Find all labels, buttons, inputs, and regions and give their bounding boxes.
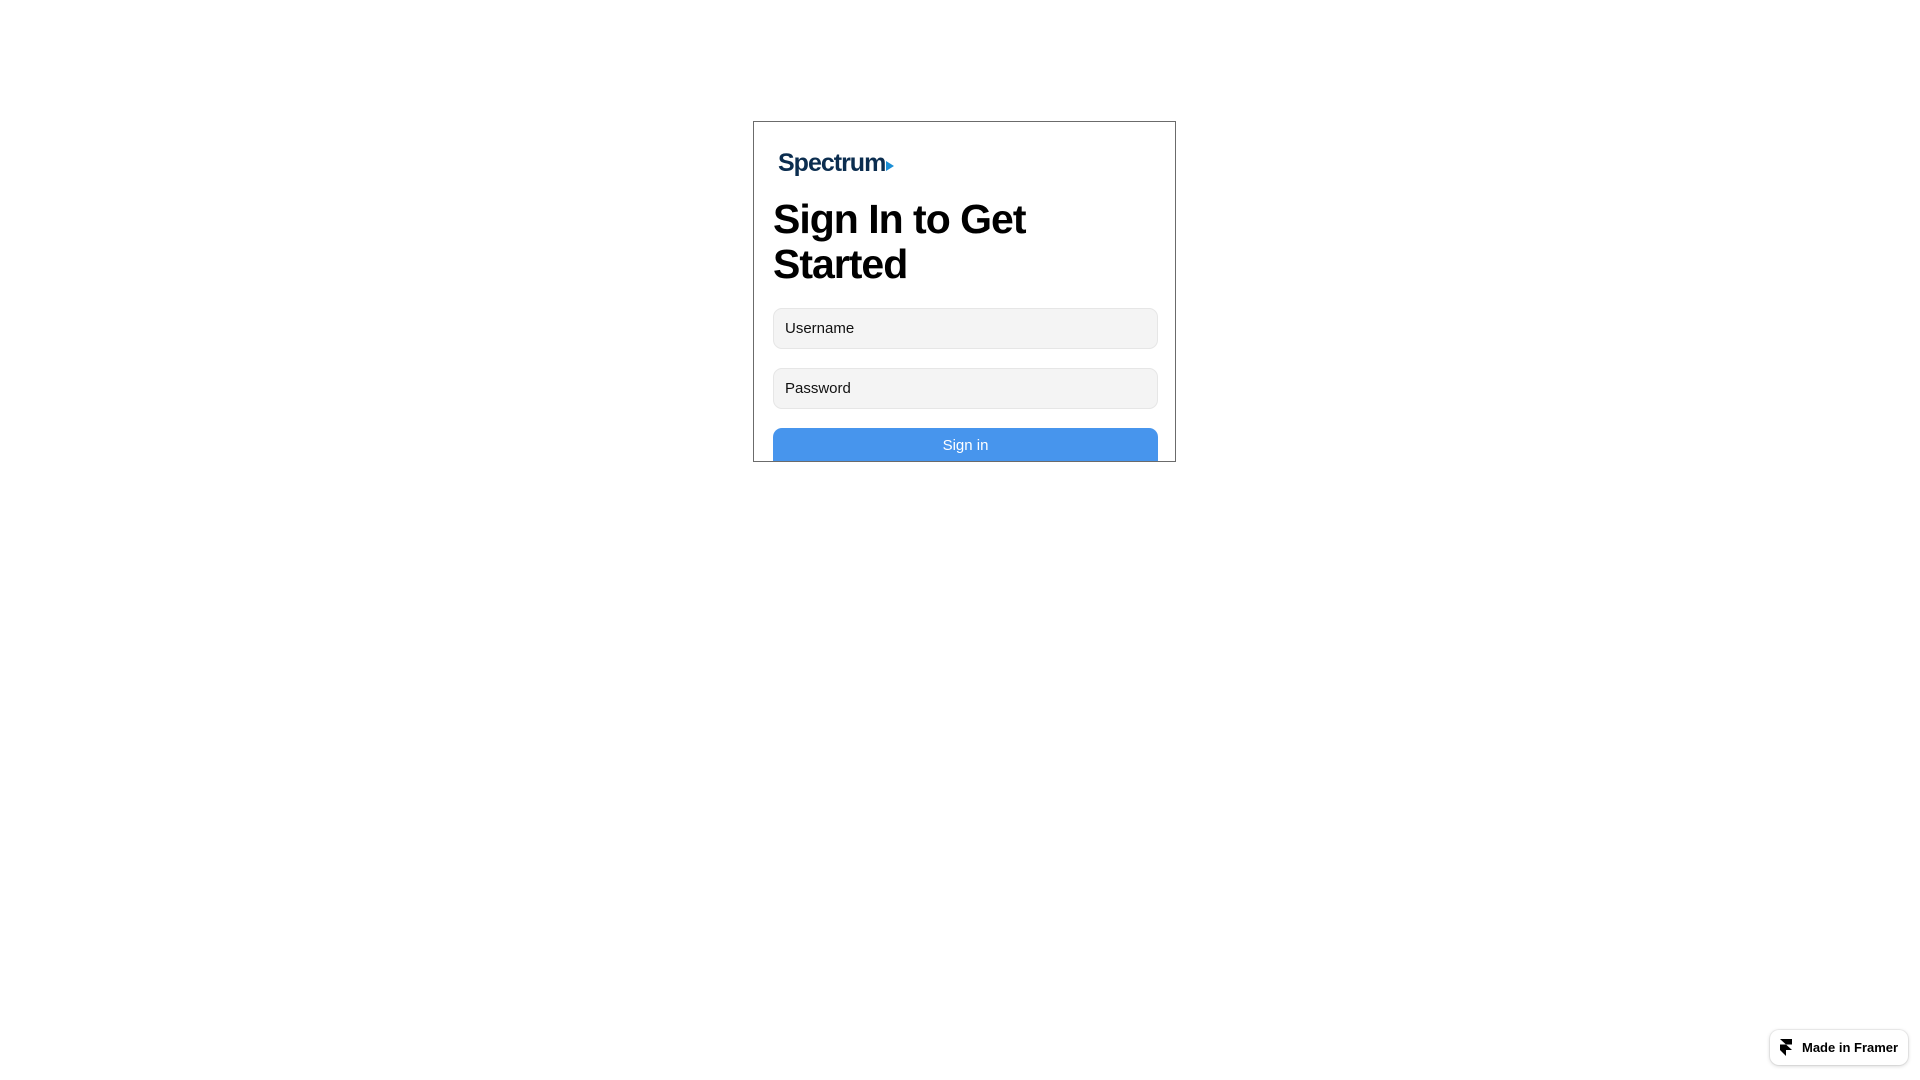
page-title: Sign In to Get Started bbox=[773, 196, 1026, 287]
spectrum-logo: Spectrum bbox=[778, 147, 895, 179]
logo-arrow-icon bbox=[886, 161, 895, 171]
page: Spectrum Sign In to Get Started Sign in … bbox=[0, 0, 1920, 1080]
framer-logo-icon bbox=[1780, 1039, 1792, 1056]
sign-in-button[interactable]: Sign in bbox=[773, 428, 1158, 461]
password-input[interactable] bbox=[773, 368, 1158, 409]
made-in-framer-badge[interactable]: Made in Framer bbox=[1770, 1030, 1908, 1065]
logo-text: Spectrum bbox=[778, 149, 886, 177]
signin-card: Spectrum Sign In to Get Started Sign in bbox=[753, 121, 1176, 462]
username-input[interactable] bbox=[773, 308, 1158, 349]
framer-badge-label: Made in Framer bbox=[1802, 1040, 1899, 1055]
